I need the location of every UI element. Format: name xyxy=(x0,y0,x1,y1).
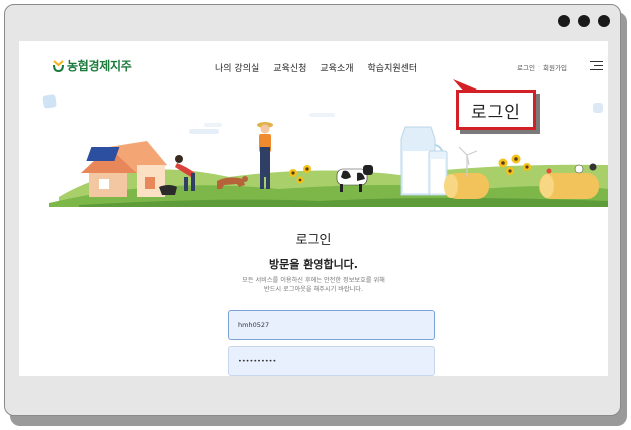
util-separator: · xyxy=(537,63,541,71)
signup-link[interactable]: 회원가입 xyxy=(543,62,567,72)
description-line: 모든 서비스를 이용하신 후에는 안전한 정보보호를 위해 xyxy=(242,277,385,284)
nav-item-support-center[interactable]: 학습지원센터 xyxy=(368,61,418,74)
window-dot-icon[interactable] xyxy=(578,15,590,27)
password-input[interactable]: •••••••••• xyxy=(228,346,435,376)
welcome-heading: 방문을 환영합니다. xyxy=(269,258,358,271)
nav-item-course-intro[interactable]: 교육소개 xyxy=(320,61,353,74)
browser-frame: 농협경제지주 나의 강의실 교육신청 교육소개 학습지원센터 로그인 · 회원가… xyxy=(4,4,621,416)
site-logo[interactable]: 농협경제지주 xyxy=(53,57,132,74)
window-controls xyxy=(558,15,610,27)
main-nav: 나의 강의실 교육신청 교육소개 학습지원센터 xyxy=(215,61,417,74)
callout-text: 로그인 xyxy=(471,102,521,123)
page-viewport: 농협경제지주 나의 강의실 교육신청 교육소개 학습지원센터 로그인 · 회원가… xyxy=(19,41,608,376)
description-line: 반드시 로그아웃을 해주시기 바랍니다. xyxy=(264,286,363,293)
nh-logo-icon xyxy=(53,59,64,72)
nav-item-my-classroom[interactable]: 나의 강의실 xyxy=(215,61,259,74)
window-dot-icon[interactable] xyxy=(558,15,570,27)
login-link[interactable]: 로그인 xyxy=(517,62,535,72)
window-dot-icon[interactable] xyxy=(598,15,610,27)
user-id-input[interactable]: hmh0527 xyxy=(228,310,435,340)
hamburger-menu-icon[interactable] xyxy=(590,61,603,71)
login-title: 로그인 xyxy=(295,233,332,248)
login-description: 모든 서비스를 이용하신 후에는 안전한 정보보호를 위해 반드시 로그아웃을 … xyxy=(19,276,608,294)
util-links: 로그인 · 회원가입 xyxy=(517,62,567,72)
site-header: 농협경제지주 나의 강의실 교육신청 교육소개 학습지원센터 로그인 · 회원가… xyxy=(19,41,608,85)
login-callout-box: 로그인 xyxy=(456,90,536,130)
logo-text: 농협경제지주 xyxy=(67,59,132,73)
nav-item-course-apply[interactable]: 교육신청 xyxy=(273,61,306,74)
